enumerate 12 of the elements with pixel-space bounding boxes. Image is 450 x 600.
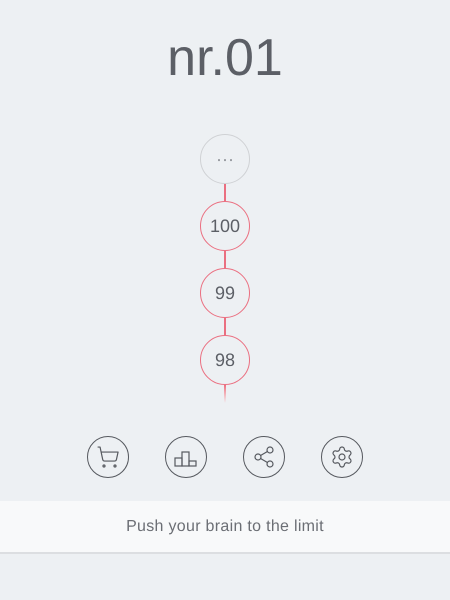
level-node[interactable]: 100 <box>200 201 250 251</box>
level-node[interactable]: 98 <box>200 335 250 385</box>
settings-button[interactable] <box>321 436 363 478</box>
shop-button[interactable] <box>87 436 129 478</box>
share-button[interactable] <box>243 436 285 478</box>
settings-icon <box>330 445 354 469</box>
cart-icon <box>96 445 120 469</box>
level-node[interactable]: 99 <box>200 268 250 318</box>
tagline: Push your brain to the limit <box>126 516 324 536</box>
share-icon <box>252 445 276 469</box>
page-title: nr.01 <box>167 28 283 89</box>
leaderboard-button[interactable] <box>165 436 207 478</box>
